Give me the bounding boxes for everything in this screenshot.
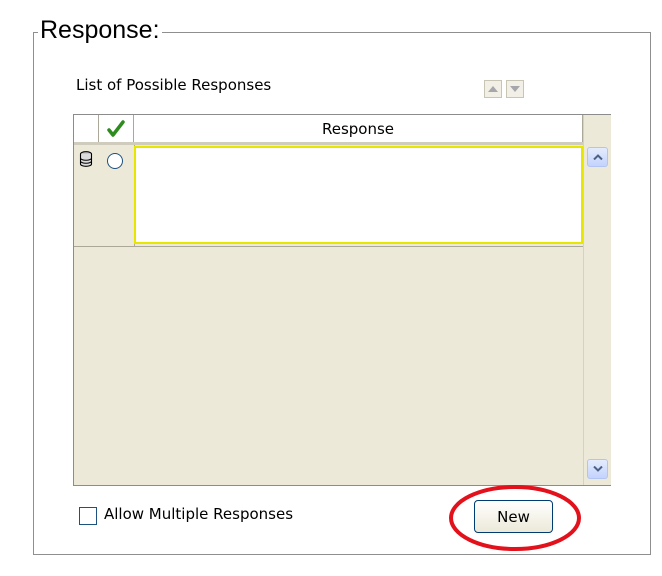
response-cell[interactable] xyxy=(134,146,583,244)
responses-grid: Response xyxy=(73,114,611,486)
header-response-label: Response xyxy=(321,119,395,138)
allow-multiple-label: Allow Multiple Responses xyxy=(104,505,294,523)
checkmark-icon xyxy=(107,119,125,137)
chevron-down-icon xyxy=(592,466,603,472)
scroll-up-button[interactable] xyxy=(587,147,608,167)
response-radio[interactable] xyxy=(107,153,123,169)
database-icon xyxy=(79,151,93,167)
header-selected-column[interactable] xyxy=(99,115,134,142)
new-button[interactable]: New xyxy=(474,500,553,533)
allow-multiple-checkbox[interactable] xyxy=(79,507,97,525)
vertical-scrollbar[interactable] xyxy=(583,115,611,485)
group-title: Response: xyxy=(38,14,162,46)
move-down-button[interactable] xyxy=(506,80,524,98)
scroll-down-button[interactable] xyxy=(587,459,608,479)
row-indicator xyxy=(74,145,100,246)
chevron-up-icon xyxy=(592,154,603,160)
triangle-down-icon xyxy=(510,86,520,92)
list-label: List of Possible Responses xyxy=(76,76,272,94)
row-selected-cell xyxy=(99,145,135,246)
table-row[interactable] xyxy=(74,145,583,247)
header-response-column[interactable]: Response xyxy=(134,115,583,142)
grid-header: Response xyxy=(74,115,583,145)
header-blank-cell xyxy=(74,115,99,142)
triangle-up-icon xyxy=(488,86,498,92)
move-up-button[interactable] xyxy=(484,80,502,98)
